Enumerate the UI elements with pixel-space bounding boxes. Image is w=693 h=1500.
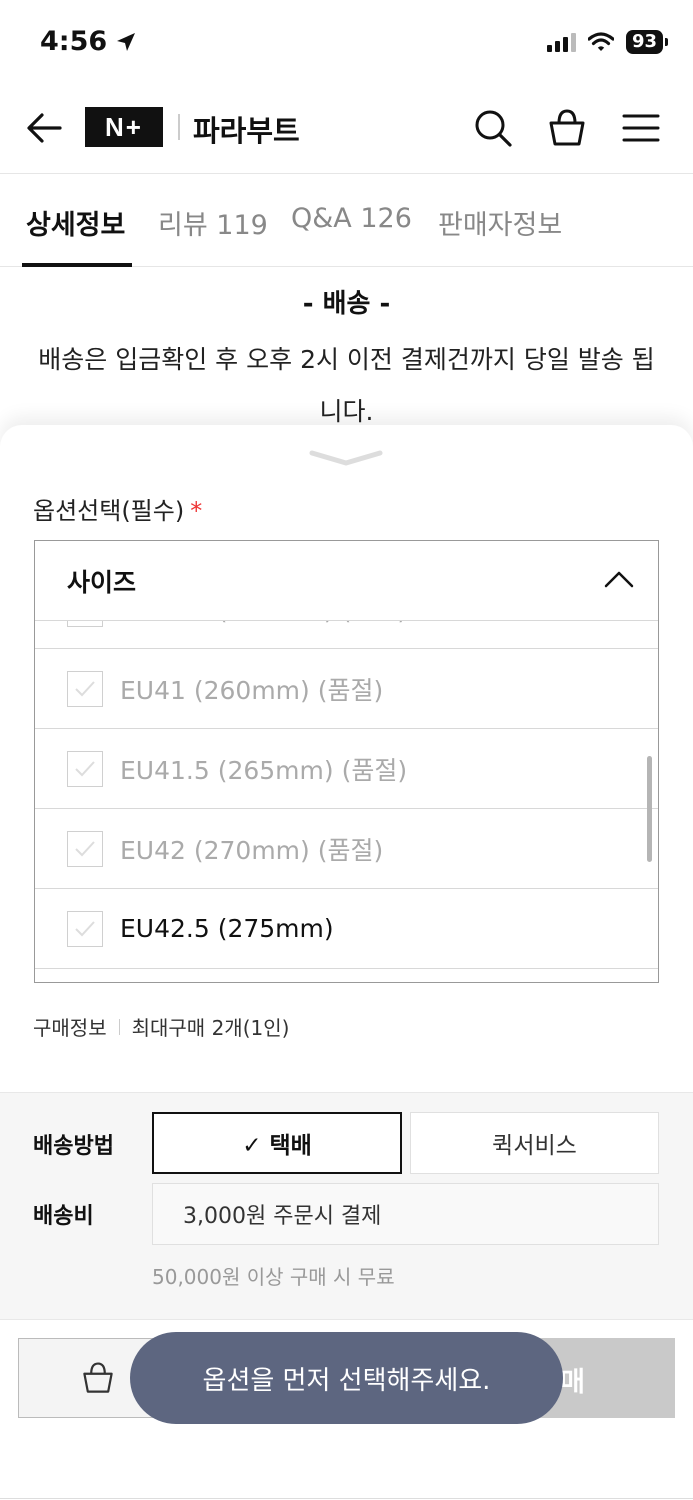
shopping-bag-icon[interactable]	[547, 108, 587, 148]
option-bottom-sheet: 옵션선택(필수)* 사이즈 EU40.5 (255mm) (품절) EU41 (…	[0, 425, 693, 1500]
check-icon[interactable]	[67, 670, 103, 707]
purchase-info-value: 최대구매 2개(1인)	[131, 1016, 290, 1040]
menu-icon[interactable]	[621, 108, 661, 148]
cart-bag-icon	[83, 1362, 113, 1393]
delivery-description: 배송은 입금확인 후 오후 2시 이전 결제건까지 당일 발송 됩니다.	[38, 345, 655, 426]
toast-message: 옵션을 먼저 선택해주세요.	[130, 1332, 563, 1424]
back-arrow-icon[interactable]	[24, 110, 64, 146]
required-mark: *	[190, 497, 203, 525]
status-icons: 93	[546, 30, 669, 54]
app-header: N+ 파라부트	[0, 88, 693, 168]
tab-reviews[interactable]: 리뷰 119	[158, 203, 268, 242]
status-time: 4:56	[40, 26, 137, 57]
size-option-label: EU41 (260mm) (품절)	[120, 675, 384, 705]
size-dropdown-header[interactable]: 사이즈	[35, 541, 658, 621]
purchase-info-label: 구매정보	[33, 1016, 107, 1040]
delivery-heading: - 배송 -	[302, 289, 391, 319]
battery-icon: 93	[625, 30, 669, 54]
purchase-info-divider	[118, 1018, 120, 1035]
header-divider	[178, 114, 180, 140]
shipping-method-parcel-button[interactable]: ✓ 택배	[152, 1112, 402, 1174]
check-icon[interactable]	[67, 830, 103, 867]
shipping-section: 배송방법 ✓ 택배 퀵서비스 배송비 3,000원 주문시 결제 50,000원…	[0, 1092, 693, 1320]
check-icon[interactable]	[67, 750, 103, 787]
bottom-divider	[0, 1498, 693, 1499]
size-option-label: EU42 (270mm) (품절)	[120, 835, 384, 865]
status-time-text: 4:56	[40, 26, 108, 57]
dropdown-scrollbar[interactable]	[647, 756, 652, 862]
location-arrow-icon	[117, 32, 136, 51]
search-icon[interactable]	[473, 108, 513, 148]
option-select-label-text: 옵션선택(필수)	[33, 497, 185, 525]
cellular-signal-icon	[546, 32, 576, 52]
shipping-method-label: 배송방법	[33, 1134, 114, 1159]
purchase-info: 구매정보 최대구매 2개(1인)	[33, 1012, 289, 1041]
option-select-label: 옵션선택(필수) *	[33, 491, 202, 526]
size-option-eu42-5[interactable]: EU42.5 (275mm)	[35, 889, 658, 969]
check-icon[interactable]	[67, 910, 103, 947]
size-option-eu41[interactable]: EU41 (260mm) (품절)	[35, 649, 658, 729]
sheet-collapse-handle-icon[interactable]	[308, 447, 384, 469]
store-name[interactable]: 파라부트	[193, 108, 300, 150]
shipping-fee-value: 3,000원 주문시 결제	[152, 1183, 659, 1245]
naver-plus-logo[interactable]: N+	[85, 107, 163, 147]
tab-details[interactable]: 상세정보	[26, 203, 125, 242]
chevron-up-icon[interactable]	[604, 569, 634, 589]
product-tabs: 상세정보 리뷰 119 Q&A 126 판매자정보	[0, 175, 693, 267]
shipping-method-quick-button[interactable]: 퀵서비스	[410, 1112, 659, 1174]
buy-button-label: 매	[560, 1367, 585, 1398]
wifi-icon	[587, 32, 614, 51]
shipping-fee-label: 배송비	[33, 1204, 94, 1229]
size-option-eu42[interactable]: EU42 (270mm) (품절)	[35, 809, 658, 889]
tab-qna[interactable]: Q&A 126	[291, 203, 412, 234]
size-option-label: EU42.5 (275mm)	[120, 914, 334, 943]
active-tab-indicator	[22, 263, 132, 267]
size-dropdown-title: 사이즈	[67, 568, 137, 597]
header-divider-line	[0, 173, 693, 174]
free-shipping-note: 50,000원 이상 구매 시 무료	[152, 1265, 395, 1289]
size-option-eu41-5[interactable]: EU41.5 (265mm) (품절)	[35, 729, 658, 809]
size-option-label: EU41.5 (265mm) (품절)	[120, 755, 408, 785]
tab-seller-info[interactable]: 판매자정보	[438, 203, 562, 242]
size-dropdown[interactable]: 사이즈 EU40.5 (255mm) (품절) EU41 (260mm) (품절…	[34, 540, 659, 983]
